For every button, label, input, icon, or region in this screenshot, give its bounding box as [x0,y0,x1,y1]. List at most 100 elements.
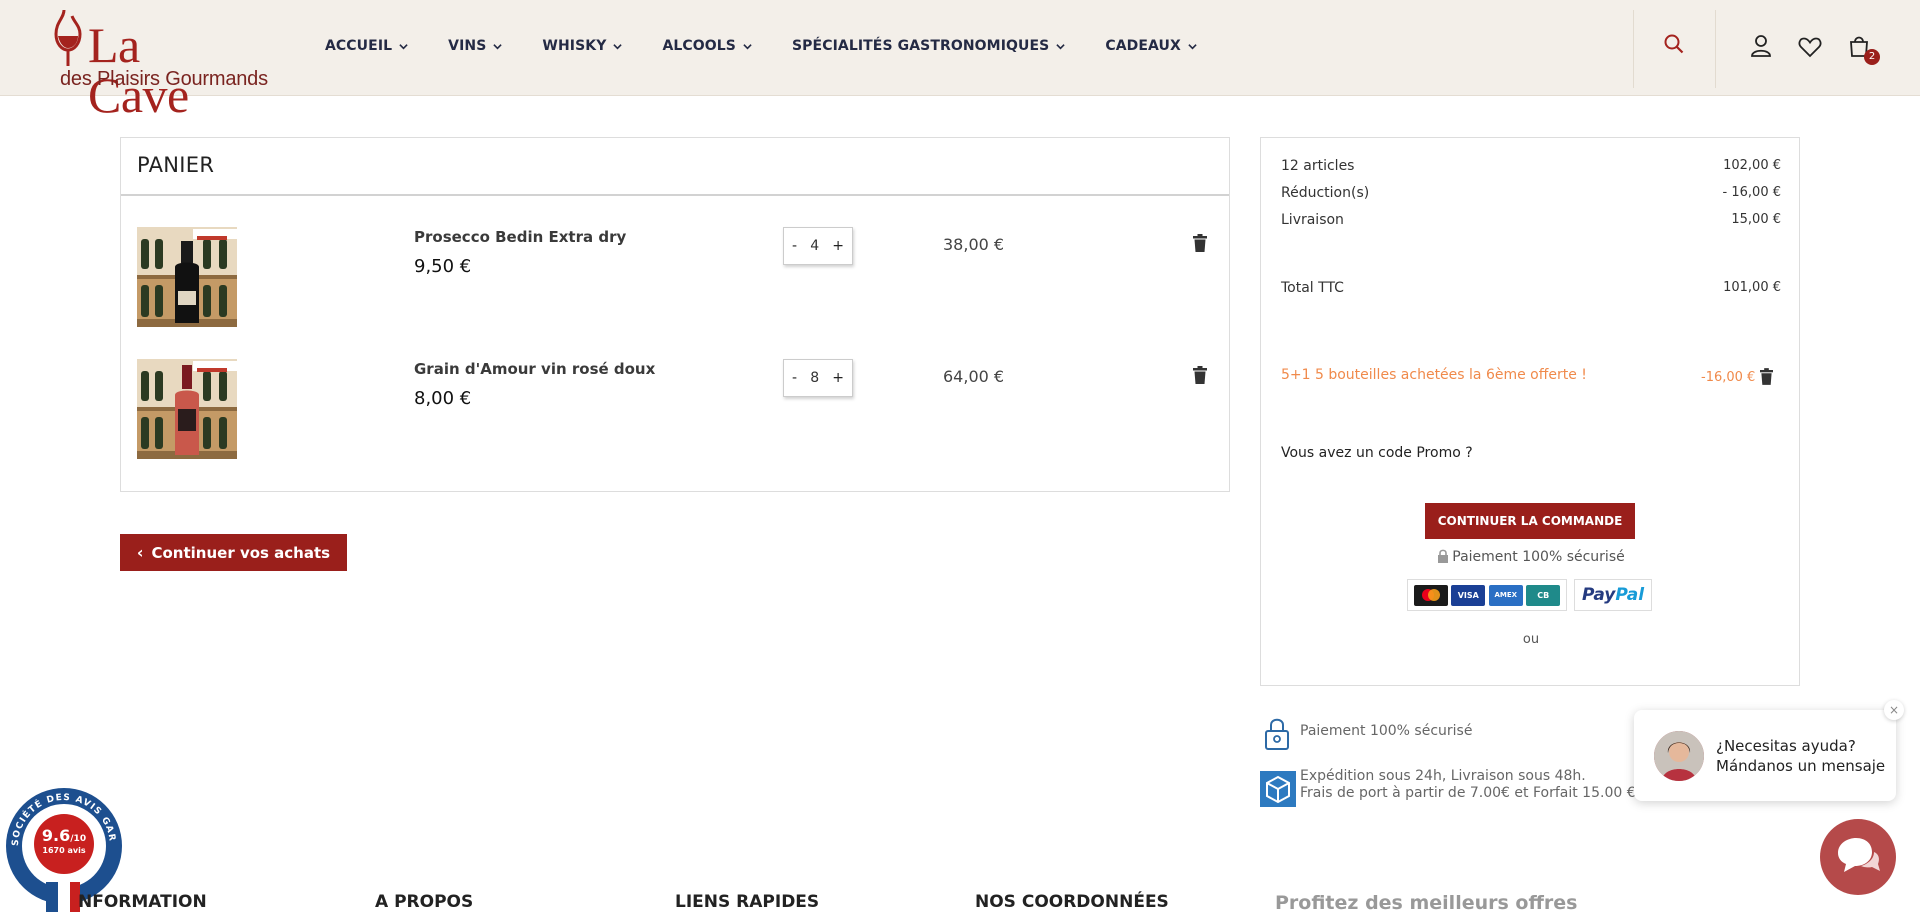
qty-input[interactable]: 8 [805,370,825,386]
chat-close-button[interactable]: × [1884,700,1904,720]
chat-launcher-button[interactable] [1820,819,1896,895]
cart-panel: PANIER Prosecco Bedin Extra dry 9,50 € -… [120,137,1230,492]
visa-icon: VISA [1451,584,1486,606]
qty-increase-button[interactable]: + [832,370,844,386]
qty-input[interactable]: 4 [805,238,825,254]
reduction-value: - 16,00 € [1722,185,1781,200]
badge-score: 9.6/10 1670 avis [36,826,92,855]
articles-value: 102,00 € [1723,158,1781,173]
continue-shopping-label: Continuer vos achats [151,543,331,562]
mastercard-circles-icon [1421,589,1440,601]
header-divider [1633,10,1634,88]
trash-icon[interactable] [1760,368,1773,385]
reassurance-secure-text: Paiement 100% sécurisé [1300,723,1473,739]
nav-item-accueil[interactable]: ACCUEIL [325,38,408,54]
product-image[interactable] [137,227,237,327]
shipping-value: 15,00 € [1731,212,1781,227]
chat-invite[interactable]: ¿Necesitas ayuda? Mándanos un mensaje [1634,710,1896,801]
nav-item-cadeaux[interactable]: CADEAUX [1105,38,1197,54]
shipping-label: Livraison [1281,212,1344,228]
cart-title: PANIER [137,153,215,177]
product-image[interactable] [137,359,237,459]
line-total: 64,00 € [943,367,1005,386]
chevron-left-icon: ‹ [136,543,144,562]
chat-bubbles-icon [1838,838,1880,872]
product-unit-price: 9,50 € [414,256,472,277]
checkout-button[interactable]: CONTINUER LA COMMANDE [1425,503,1635,539]
nav-item-specialites[interactable]: SPÉCIALITÉS GASTRONOMIQUES [792,38,1066,54]
badge-reviews: 1670 avis [42,846,86,855]
product-unit-price: 8,00 € [414,388,472,409]
logo-subtitle: des Plaisirs Gourmands [60,68,268,90]
mastercard-icon [1413,584,1448,606]
cart-row: Grain d'Amour vin rosé doux 8,00 € - 8 +… [121,359,1229,459]
reassurance-shipping: Expédition sous 24h, Livraison sous 48h.… [1260,768,1660,808]
chat-line1: ¿Necesitas ayuda? [1716,737,1856,755]
site-header: La Cave des Plaisirs Gourmands ACCUEIL V… [0,0,1920,120]
nav-item-vins[interactable]: VINS [448,38,503,54]
cart-divider [121,194,1229,196]
summary-reduction-row: Réduction(s) - 16,00 € [1281,185,1781,201]
secure-payment-label: Paiement 100% sécurisé [1452,549,1625,565]
reassurance-shipping-line2: Frais de port à partir de 7.00€ et Forfa… [1300,785,1636,801]
summary-articles-row: 12 articles 102,00 € [1281,158,1781,174]
quantity-stepper: - 8 + [783,359,853,397]
site-logo[interactable]: La Cave des Plaisirs Gourmands [50,8,268,120]
cart-row: Prosecco Bedin Extra dry 9,50 € - 4 + 38… [121,227,1229,327]
header-divider [1715,10,1716,88]
qty-increase-button[interactable]: + [832,238,844,254]
qty-decrease-button[interactable]: - [792,238,797,254]
avis-garantis-badge[interactable]: SOCIÉTÉ DES AVIS GARANTIS 9.6/10 1670 av… [0,779,124,912]
quantity-stepper: - 4 + [783,227,853,265]
reduction-label: Réduction(s) [1281,185,1370,201]
footer-heading-information: NFORMATION [78,892,207,912]
chevron-down-icon [493,43,503,49]
applied-promo-value: -16,00 € [1701,370,1756,385]
trash-icon[interactable] [1193,234,1207,252]
order-summary: 12 articles 102,00 € Réduction(s) - 16,0… [1260,137,1800,686]
product-name[interactable]: Grain d'Amour vin rosé doux [414,360,655,378]
agent-avatar-image [1654,731,1704,781]
qty-decrease-button[interactable]: - [792,370,797,386]
promo-code-link[interactable]: Vous avez un code Promo ? [1281,445,1473,461]
nav-label: ALCOOLS [662,38,736,54]
applied-promo-label: 5+1 5 bouteilles achetées la 6ème offert… [1281,367,1587,383]
bottle-dark-image [137,227,237,327]
bottle-rose-image [137,359,237,459]
nav-label: CADEAUX [1105,38,1181,54]
summary-total-row: Total TTC 101,00 € [1281,280,1781,296]
lock-icon [1438,549,1449,563]
search-icon[interactable] [1664,34,1684,54]
footer-heading-liens-rapides: LIENS RAPIDES [675,892,820,912]
heart-icon[interactable] [1798,36,1822,58]
user-icon[interactable] [1750,34,1772,58]
secure-payment-note: Paiement 100% sécurisé [1261,549,1801,565]
footer-heading-a-propos: A PROPOS [375,892,474,912]
footer-offers-heading: Profitez des meilleurs offres [1275,892,1578,914]
agent-avatar [1654,731,1704,781]
product-name[interactable]: Prosecco Bedin Extra dry [414,228,626,246]
nav-item-alcools[interactable]: ALCOOLS [662,38,752,54]
paypal-button[interactable]: Pay Pal [1574,579,1652,611]
chat-line2: Mándanos un mensaje [1716,757,1886,775]
main-nav: ACCUEIL VINS WHISKY ALCOOLS SPÉCIALITÉS … [325,38,1237,54]
card-logos[interactable]: VISA AMEX CB [1407,579,1567,611]
line-total: 38,00 € [943,235,1005,254]
or-separator: ou [1522,632,1540,647]
total-label: Total TTC [1281,280,1344,296]
padlock-icon [1265,718,1289,750]
trash-icon[interactable] [1193,366,1207,384]
continue-shopping-button[interactable]: ‹ Continuer vos achats [120,534,347,571]
chevron-down-icon [613,43,623,49]
shipping-box-icon [1260,771,1296,807]
nav-item-whisky[interactable]: WHISKY [542,38,623,54]
paypal-pay-text: Pay [1581,585,1616,605]
summary-shipping-row: Livraison 15,00 € [1281,212,1781,228]
chevron-down-icon [399,43,408,49]
footer-heading-coordonnees: NOS COORDONNÉES [975,892,1169,912]
badge-score-scale: /10 [70,834,87,844]
cb-icon: CB [1526,584,1561,606]
nav-label: ACCUEIL [325,38,393,54]
cart-count-badge: 2 [1864,49,1880,65]
chevron-down-icon [743,43,752,49]
